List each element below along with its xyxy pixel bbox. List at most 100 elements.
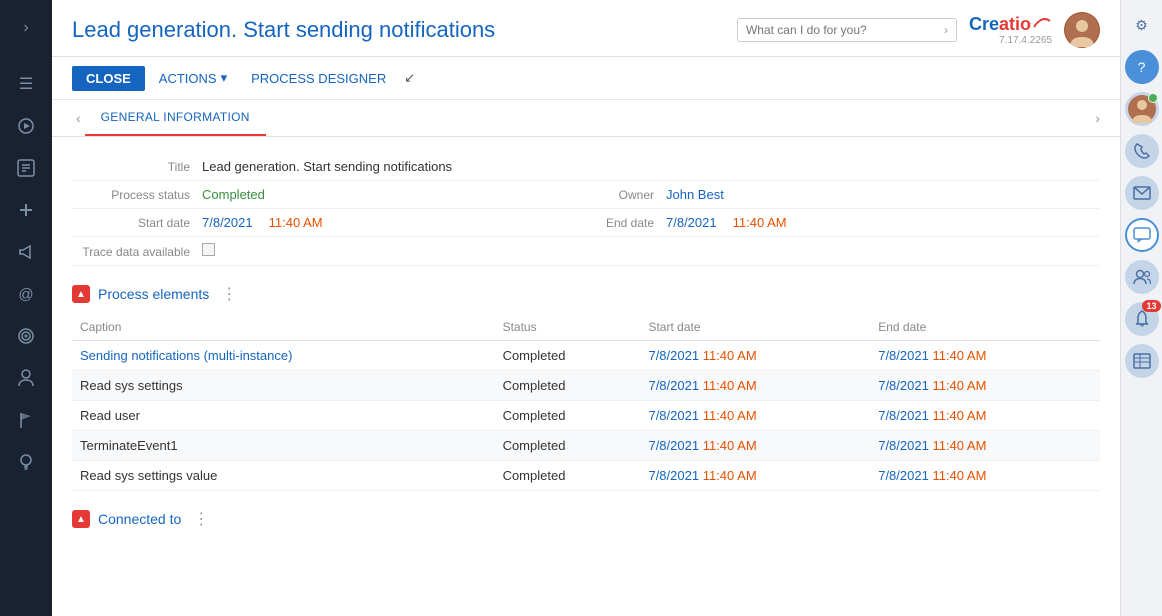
process-status-col: Process status Completed <box>72 187 586 202</box>
col-start-date: Start date <box>640 314 870 341</box>
start-date-cell: 7/8/2021 11:40 AM <box>640 371 870 401</box>
table-right-icon[interactable] <box>1125 344 1159 378</box>
trace-row: Trace data available <box>72 237 1100 266</box>
logo: Creatio <box>969 14 1052 35</box>
start-date-value: 7/8/2021 <box>202 215 253 230</box>
end-date-cell: 7/8/2021 11:40 AM <box>870 371 1100 401</box>
page-title: Lead generation. Start sending notificat… <box>72 17 495 43</box>
process-elements-title: Process elements <box>98 286 209 302</box>
start-date-cell: 7/8/2021 11:40 AM <box>640 341 870 371</box>
cursor-icon: ↙ <box>404 70 415 86</box>
search-input[interactable] <box>746 23 944 37</box>
at-icon[interactable]: @ <box>8 276 44 312</box>
connected-to-section-header: ▲ Connected to ⋮ <box>72 499 1100 535</box>
owner-col: Owner John Best <box>586 187 1100 202</box>
play-icon[interactable] <box>8 108 44 144</box>
owner-value[interactable]: John Best <box>666 187 724 202</box>
end-date-col: End date 7/8/2021 11:40 AM <box>586 215 1100 230</box>
status-owner-row: Process status Completed Owner John Best <box>72 181 1100 209</box>
users-right-icon[interactable] <box>1125 260 1159 294</box>
menu-icon[interactable]: ☰ <box>8 66 44 102</box>
top-header: Lead generation. Start sending notificat… <box>52 0 1120 57</box>
table-row: TerminateEvent1 Completed 7/8/2021 11:40… <box>72 431 1100 461</box>
caption-cell[interactable]: Sending notifications (multi-instance) <box>72 341 495 371</box>
add-icon[interactable] <box>8 192 44 228</box>
main-content: Lead generation. Start sending notificat… <box>52 0 1120 616</box>
trace-label: Trace data available <box>72 245 202 259</box>
connected-to-title: Connected to <box>98 511 181 527</box>
caption-cell: Read sys settings <box>72 371 495 401</box>
end-date-label: End date <box>586 216 666 230</box>
bell-right-icon[interactable] <box>1125 302 1159 336</box>
search-box[interactable]: › <box>737 18 957 42</box>
process-designer-button[interactable]: PROCESS DESIGNER <box>241 66 396 91</box>
process-status-value: Completed <box>202 187 265 202</box>
toolbar: CLOSE ACTIONS ▾ PROCESS DESIGNER ↙ <box>52 57 1120 100</box>
table-row: Sending notifications (multi-instance) C… <box>72 341 1100 371</box>
table-row: Read sys settings Completed 7/8/2021 11:… <box>72 371 1100 401</box>
tab-next-arrow[interactable]: › <box>1095 110 1100 126</box>
trace-checkbox[interactable] <box>202 243 215 256</box>
sidebar: › ☰ @ <box>0 0 52 616</box>
logo-text-atio: atio <box>999 14 1031 35</box>
end-date-cell: 7/8/2021 11:40 AM <box>870 341 1100 371</box>
close-button[interactable]: CLOSE <box>72 66 145 91</box>
chevron-right-icon[interactable]: › <box>8 10 44 46</box>
owner-label: Owner <box>586 188 666 202</box>
phone-right-icon[interactable] <box>1125 134 1159 168</box>
process-elements-toggle[interactable]: ▲ <box>72 285 90 303</box>
start-time-value: 11:40 AM <box>269 215 323 230</box>
process-elements-menu[interactable]: ⋮ <box>221 284 237 304</box>
tab-general-information[interactable]: GENERAL INFORMATION <box>85 100 266 136</box>
start-date-cell: 7/8/2021 11:40 AM <box>640 431 870 461</box>
status-cell: Completed <box>495 401 641 431</box>
person-icon[interactable] <box>8 360 44 396</box>
bulb-icon[interactable] <box>8 444 44 480</box>
col-caption: Caption <box>72 314 495 341</box>
contacts-icon[interactable] <box>8 150 44 186</box>
col-end-date: End date <box>870 314 1100 341</box>
process-elements-table: Caption Status Start date End date Sendi… <box>72 314 1100 491</box>
caption-cell: Read user <box>72 401 495 431</box>
content-area: ‹ GENERAL INFORMATION › Title Lead gener… <box>52 100 1120 616</box>
start-date-col: Start date 7/8/2021 11:40 AM <box>72 215 586 230</box>
end-date-cell: 7/8/2021 11:40 AM <box>870 401 1100 431</box>
table-row: Read sys settings value Completed 7/8/20… <box>72 461 1100 491</box>
right-panel: ⚙ ? <box>1120 0 1162 616</box>
end-date-value: 7/8/2021 <box>666 215 717 230</box>
target-icon[interactable] <box>8 318 44 354</box>
end-date-cell: 7/8/2021 11:40 AM <box>870 431 1100 461</box>
megaphone-icon[interactable] <box>8 234 44 270</box>
tab-prev-arrow[interactable]: ‹ <box>72 110 85 126</box>
flag-icon[interactable] <box>8 402 44 438</box>
avatar[interactable] <box>1064 12 1100 48</box>
status-cell: Completed <box>495 371 641 401</box>
status-cell: Completed <box>495 431 641 461</box>
table-row: Read user Completed 7/8/2021 11:40 AM 7/… <box>72 401 1100 431</box>
connected-to-menu[interactable]: ⋮ <box>193 509 209 529</box>
title-label: Title <box>72 160 202 174</box>
process-elements-section-header: ▲ Process elements ⋮ <box>72 274 1100 310</box>
dropdown-icon: ▾ <box>221 70 228 86</box>
caption-cell: Read sys settings value <box>72 461 495 491</box>
actions-label: ACTIONS <box>159 71 217 86</box>
col-status: Status <box>495 314 641 341</box>
start-date-cell: 7/8/2021 11:40 AM <box>640 461 870 491</box>
actions-button[interactable]: ACTIONS ▾ <box>149 65 237 91</box>
logo-text-creatio: Cre <box>969 14 999 35</box>
status-cell: Completed <box>495 341 641 371</box>
question-icon[interactable]: ? <box>1125 50 1159 84</box>
status-cell: Completed <box>495 461 641 491</box>
header-right: › Creatio 7.17.4.2265 <box>737 12 1100 48</box>
process-status-label: Process status <box>72 188 202 202</box>
start-date-cell: 7/8/2021 11:40 AM <box>640 401 870 431</box>
end-time-value: 11:40 AM <box>733 215 787 230</box>
mail-right-icon[interactable] <box>1125 176 1159 210</box>
form-area: Title Lead generation. Start sending not… <box>52 137 1120 551</box>
logo-icon <box>1032 13 1052 29</box>
title-row: Title Lead generation. Start sending not… <box>72 153 1100 181</box>
avatar-right-icon[interactable] <box>1125 92 1159 126</box>
gear-icon[interactable]: ⚙ <box>1125 8 1159 42</box>
chat-right-icon[interactable] <box>1125 218 1159 252</box>
connected-to-toggle[interactable]: ▲ <box>72 510 90 528</box>
